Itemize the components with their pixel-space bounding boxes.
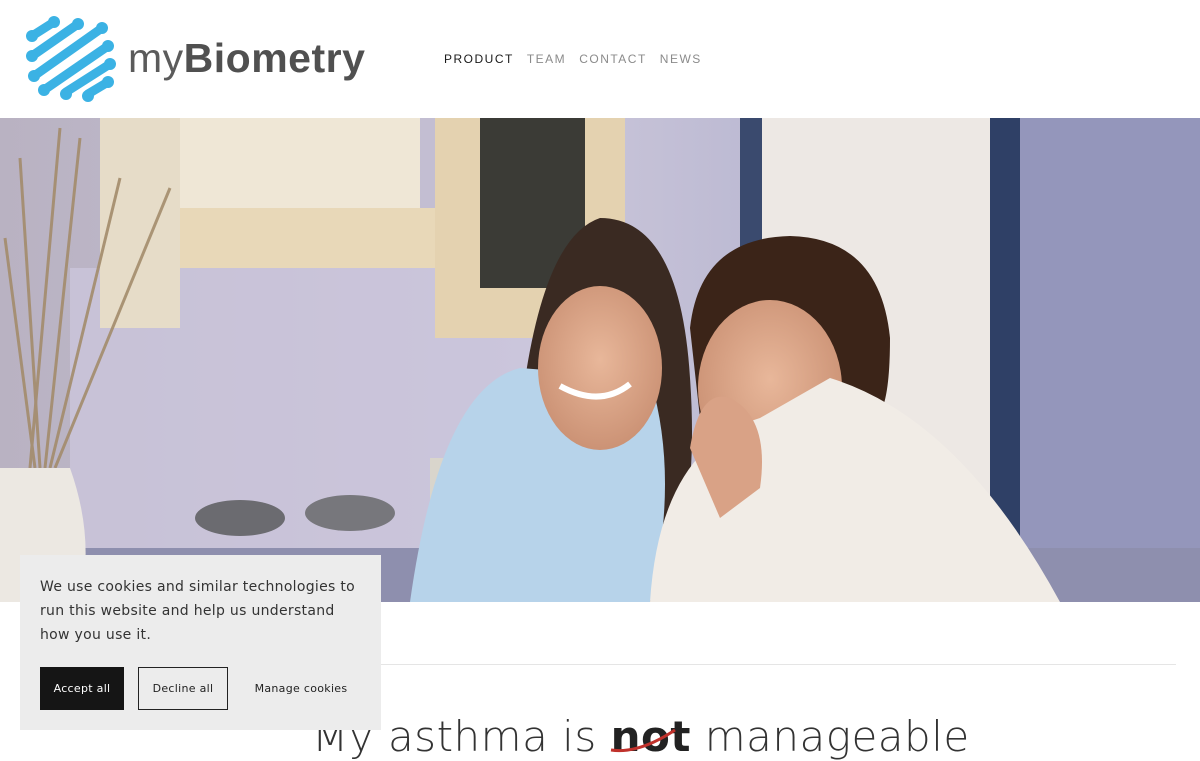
headline-negation: not	[610, 712, 691, 761]
cookie-message: We use cookies and similar technologies …	[40, 579, 356, 643]
strikethrough-icon	[610, 728, 676, 753]
photo-icon	[0, 118, 1200, 602]
biometry-logo-icon	[26, 16, 116, 102]
site-header: myBiometry PRODUCT TEAM CONTACT NEWS	[0, 0, 1200, 118]
decline-all-button[interactable]: Decline all	[138, 667, 228, 710]
nav-contact[interactable]: CONTACT	[579, 52, 647, 66]
nav-product[interactable]: PRODUCT	[444, 52, 514, 66]
cookie-banner: We use cookies and similar technologies …	[20, 555, 381, 730]
main-nav: PRODUCT TEAM CONTACT NEWS	[444, 52, 702, 66]
brand-wordmark: myBiometry	[128, 34, 366, 81]
headline-end: manageable	[690, 712, 970, 761]
nav-team[interactable]: TEAM	[527, 52, 566, 66]
nav-news[interactable]: NEWS	[660, 52, 702, 66]
page-headline: My asthma is not manageable	[312, 712, 970, 761]
brand-prefix: my	[128, 34, 184, 81]
manage-cookies-button[interactable]: Manage cookies	[242, 667, 360, 710]
section-divider	[370, 664, 1176, 665]
hero-photo	[0, 118, 1200, 602]
site-logo[interactable]: myBiometry	[24, 14, 365, 104]
brand-name: Biometry	[183, 34, 366, 81]
accept-all-button[interactable]: Accept all	[40, 667, 124, 710]
